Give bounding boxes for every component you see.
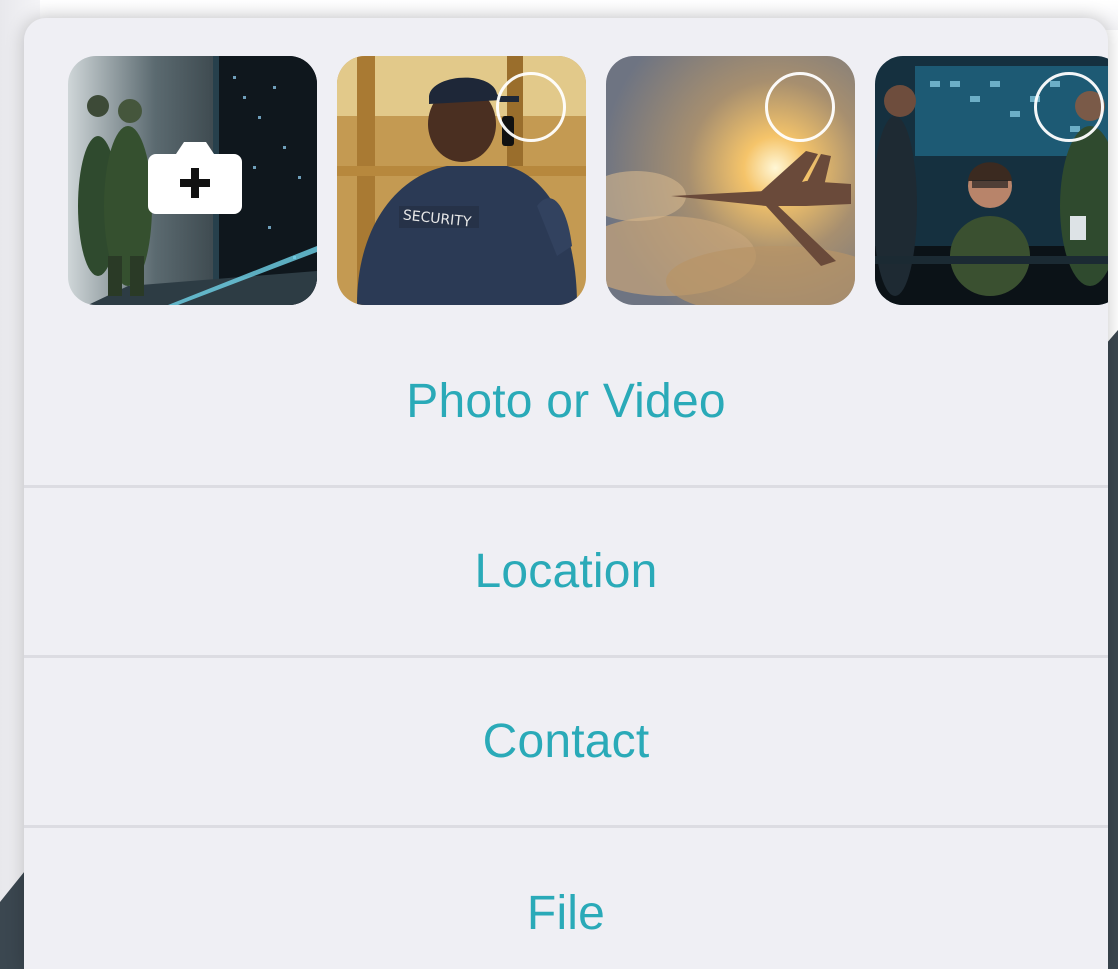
camera-plus-icon — [148, 142, 242, 214]
attachment-sheet: SECURITY Photo or Video Location Contact… — [24, 18, 1108, 969]
select-circle[interactable] — [496, 72, 566, 142]
menu-item-file[interactable]: File — [24, 828, 1108, 969]
menu-item-label: Contact — [482, 715, 650, 768]
recent-media-gallery[interactable]: SECURITY — [68, 56, 1108, 306]
select-circle[interactable] — [765, 72, 835, 142]
menu-item-label: Photo or Video — [406, 375, 726, 428]
menu-item-contact[interactable]: Contact — [24, 658, 1108, 828]
camera-tile[interactable] — [68, 56, 317, 305]
media-thumbnail[interactable] — [606, 56, 855, 305]
menu-item-location[interactable]: Location — [24, 488, 1108, 658]
menu-item-photo-or-video[interactable]: Photo or Video — [24, 318, 1108, 488]
media-thumbnail[interactable]: SECURITY — [337, 56, 586, 305]
menu-item-label: Location — [474, 545, 658, 598]
menu-item-label: File — [526, 886, 606, 940]
media-thumbnail[interactable] — [875, 56, 1108, 305]
select-circle[interactable] — [1034, 72, 1104, 142]
attachment-options-menu: Photo or Video Location Contact File — [24, 318, 1108, 969]
